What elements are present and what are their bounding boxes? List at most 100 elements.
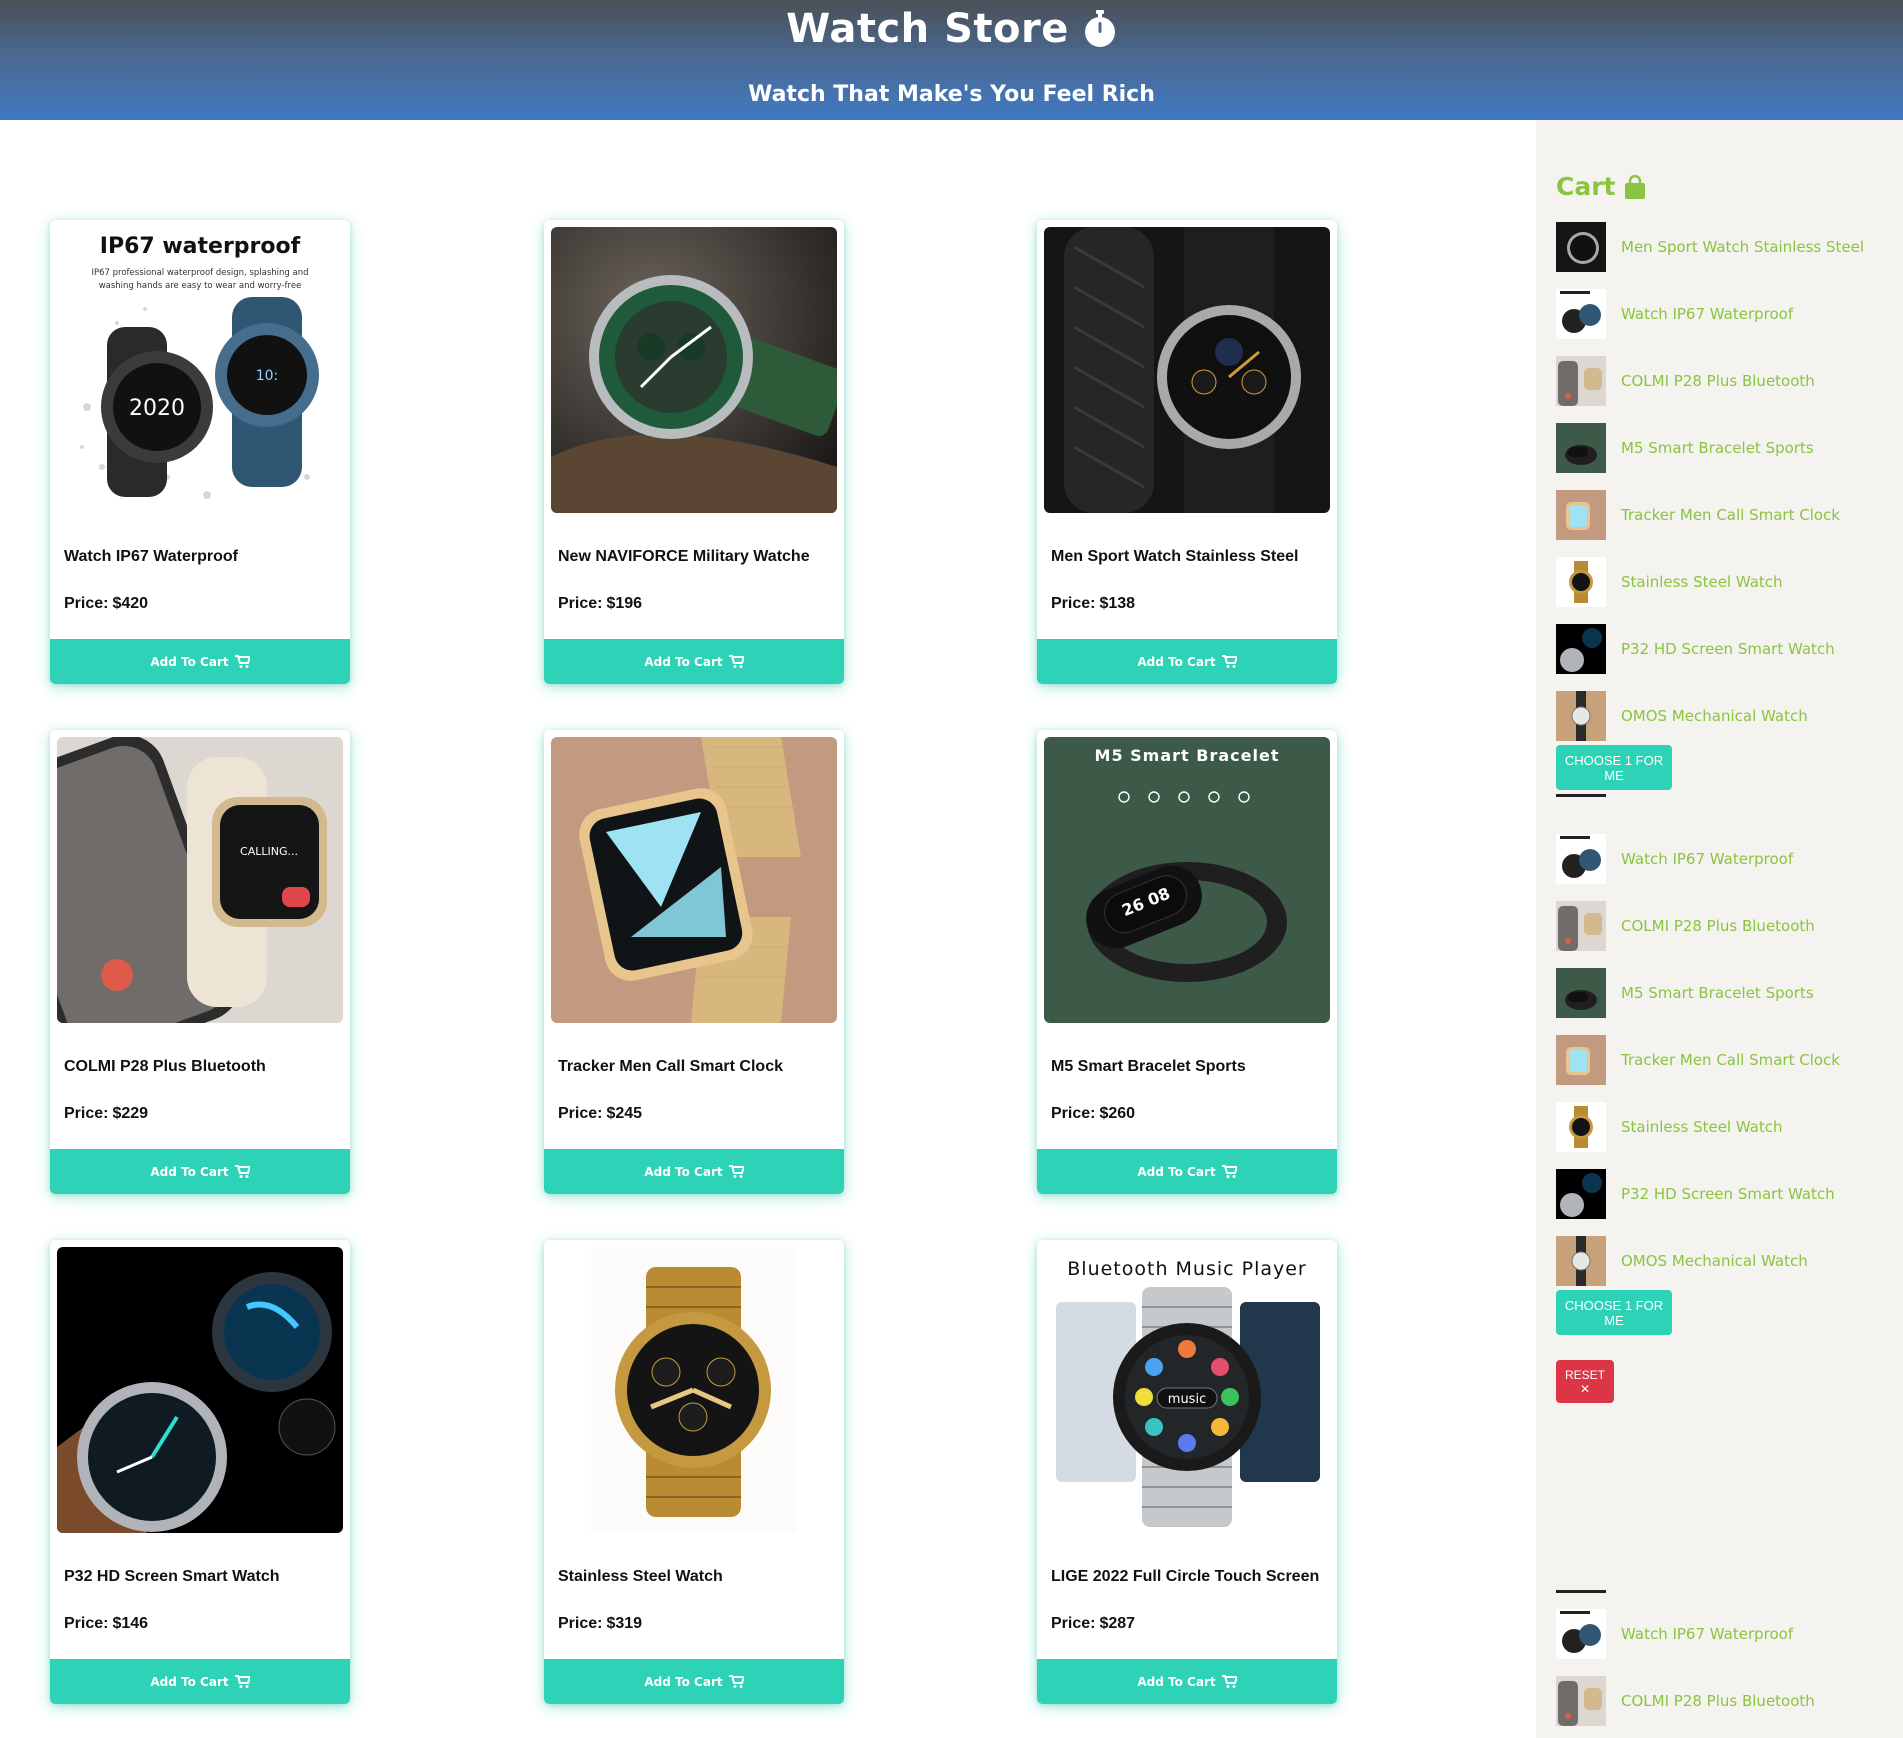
- svg-text:CALLING...: CALLING...: [240, 845, 298, 858]
- product-price: Price: $420: [64, 595, 149, 612]
- cart-item-label: Stainless Steel Watch: [1621, 1118, 1783, 1136]
- cart-item[interactable]: Stainless Steel Watch: [1556, 1100, 1886, 1154]
- cart-icon: [1221, 655, 1237, 668]
- site-brand: Watch Store: [0, 4, 1903, 54]
- cart-item[interactable]: Watch IP67 Waterproof: [1556, 287, 1886, 341]
- cart-item[interactable]: Tracker Men Call Smart Clock: [1556, 488, 1886, 542]
- add-to-cart-button[interactable]: Add To Cart: [50, 1149, 350, 1194]
- cart-item-label: Tracker Men Call Smart Clock: [1621, 1051, 1840, 1069]
- product-card: M5 Smart Bracelet 26 08 M5 Smart Bracele…: [1037, 730, 1337, 1194]
- add-to-cart-button[interactable]: Add To Cart: [1037, 1149, 1337, 1194]
- product-price: Price: $196: [558, 595, 643, 612]
- add-to-cart-button[interactable]: Add To Cart: [1037, 1659, 1337, 1704]
- cart-item[interactable]: COLMI P28 Plus Bluetooth: [1556, 354, 1886, 408]
- cart-item[interactable]: Watch IP67 Waterproof: [1556, 1607, 1886, 1661]
- site-tagline: Watch That Make's You Feel Rich: [748, 82, 1155, 107]
- watch-tracker-image: [551, 737, 837, 1023]
- cart-item[interactable]: Watch IP67 Waterproof: [1556, 832, 1886, 886]
- add-to-cart-button[interactable]: Add To Cart: [544, 639, 844, 684]
- cart-item-thumbnail: [1556, 624, 1606, 674]
- add-to-cart-button[interactable]: Add To Cart: [50, 1659, 350, 1704]
- cart-item-label: OMOS Mechanical Watch: [1621, 707, 1808, 725]
- cart-item[interactable]: P32 HD Screen Smart Watch: [1556, 622, 1886, 676]
- cart-item-thumbnail: [1556, 834, 1606, 884]
- cart-item-thumbnail: [1556, 557, 1606, 607]
- product-image[interactable]: IP67 waterproof IP67 professional waterp…: [57, 227, 343, 513]
- image-caption: IP67 waterproof: [100, 234, 301, 259]
- product-price: Price: $287: [1051, 1615, 1136, 1632]
- cart-icon: [234, 1675, 250, 1688]
- product-name: Stainless Steel Watch: [558, 1568, 723, 1585]
- cart-item-label: M5 Smart Bracelet Sports: [1621, 984, 1814, 1002]
- cart-icon: [234, 655, 250, 668]
- product-card: Stainless Steel Watch Price: $319 Add To …: [544, 1240, 844, 1704]
- cart-item-label: P32 HD Screen Smart Watch: [1621, 640, 1835, 658]
- cart-item-label: COLMI P28 Plus Bluetooth: [1621, 1692, 1815, 1710]
- watch-sport-image: [1044, 227, 1330, 513]
- choose-one-button[interactable]: CHOOSE 1 FOR ME: [1556, 1290, 1672, 1335]
- product-image[interactable]: [551, 737, 837, 1023]
- product-image[interactable]: Bluetooth Music Player music: [1044, 1247, 1330, 1533]
- cart-item-label: OMOS Mechanical Watch: [1621, 1252, 1808, 1270]
- product-card: Tracker Men Call Smart Clock Price: $245 …: [544, 730, 844, 1194]
- choose-one-button[interactable]: CHOOSE 1 FOR ME: [1556, 745, 1672, 790]
- cart-item[interactable]: Tracker Men Call Smart Clock: [1556, 1033, 1886, 1087]
- product-price: Price: $319: [558, 1615, 643, 1632]
- add-to-cart-button[interactable]: Add To Cart: [1037, 639, 1337, 684]
- product-price: Price: $260: [1051, 1105, 1136, 1122]
- cart-item[interactable]: OMOS Mechanical Watch: [1556, 689, 1886, 743]
- cart-item-thumbnail: [1556, 289, 1606, 339]
- cart-item[interactable]: COLMI P28 Plus Bluetooth: [1556, 899, 1886, 953]
- cart-item-label: Tracker Men Call Smart Clock: [1621, 506, 1840, 524]
- cart-item[interactable]: Stainless Steel Watch: [1556, 555, 1886, 609]
- product-image[interactable]: [57, 1247, 343, 1533]
- watch-m5-image: M5 Smart Bracelet 26 08: [1044, 737, 1330, 1023]
- reset-button[interactable]: RESET ✕: [1556, 1360, 1614, 1403]
- cart-item-label: COLMI P28 Plus Bluetooth: [1621, 917, 1815, 935]
- watch-colmi-image: CALLING...: [57, 737, 343, 1023]
- cart-item-thumbnail: [1556, 901, 1606, 951]
- cart-icon: [728, 655, 744, 668]
- svg-text:10:: 10:: [256, 368, 279, 384]
- watch-naviforce-image: [551, 227, 837, 513]
- cart-item-label: Stainless Steel Watch: [1621, 573, 1783, 591]
- product-image[interactable]: M5 Smart Bracelet 26 08: [1044, 737, 1330, 1023]
- product-image[interactable]: [1044, 227, 1330, 513]
- add-to-cart-button[interactable]: Add To Cart: [544, 1659, 844, 1704]
- cart-icon: [1221, 1675, 1237, 1688]
- product-image[interactable]: [551, 1247, 837, 1533]
- svg-text:washing hands are easy to wear: washing hands are easy to wear and worry…: [99, 281, 302, 291]
- cart-icon: [728, 1165, 744, 1178]
- add-to-cart-button[interactable]: Add To Cart: [50, 639, 350, 684]
- cart-item[interactable]: OMOS Mechanical Watch: [1556, 1234, 1886, 1288]
- site-header: Watch Store Watch That Make's You Feel R…: [0, 0, 1903, 120]
- product-name: New NAVIFORCE Military Watche: [558, 548, 810, 565]
- cart-divider: [1556, 794, 1606, 797]
- cart-item-thumbnail: [1556, 1102, 1606, 1152]
- cart-item-label: COLMI P28 Plus Bluetooth: [1621, 372, 1815, 390]
- cart-icon: [1221, 1165, 1237, 1178]
- image-caption: M5 Smart Bracelet: [1095, 746, 1280, 765]
- watch-steel-image: [551, 1247, 837, 1533]
- stopwatch-icon: [1084, 10, 1115, 47]
- watch-lige-image: Bluetooth Music Player music: [1044, 1247, 1330, 1533]
- product-card: CALLING... COLMI P28 Plus Bluetooth Pric…: [50, 730, 350, 1194]
- cart-item[interactable]: Men Sport Watch Stainless Steel: [1556, 220, 1886, 274]
- add-to-cart-button[interactable]: Add To Cart: [544, 1149, 844, 1194]
- cart-item[interactable]: M5 Smart Bracelet Sports: [1556, 421, 1886, 475]
- product-image[interactable]: [551, 227, 837, 513]
- product-name: COLMI P28 Plus Bluetooth: [64, 1058, 266, 1075]
- cart-item[interactable]: P32 HD Screen Smart Watch: [1556, 1167, 1886, 1221]
- svg-text:IP67 professional waterproof d: IP67 professional waterproof design, spl…: [91, 268, 308, 278]
- product-name: LIGE 2022 Full Circle Touch Screen: [1051, 1568, 1320, 1585]
- cart-item-thumbnail: [1556, 423, 1606, 473]
- product-image[interactable]: CALLING...: [57, 737, 343, 1023]
- product-price: Price: $245: [558, 1105, 643, 1122]
- product-grid: IP67 waterproof IP67 professional waterp…: [0, 220, 1510, 1738]
- image-caption: Bluetooth Music Player: [1067, 1258, 1307, 1280]
- watch-p32-image: [57, 1247, 343, 1533]
- cart-item-thumbnail: [1556, 1236, 1606, 1286]
- cart-item[interactable]: M5 Smart Bracelet Sports: [1556, 966, 1886, 1020]
- cart-item[interactable]: COLMI P28 Plus Bluetooth: [1556, 1674, 1886, 1728]
- cart-icon: [234, 1165, 250, 1178]
